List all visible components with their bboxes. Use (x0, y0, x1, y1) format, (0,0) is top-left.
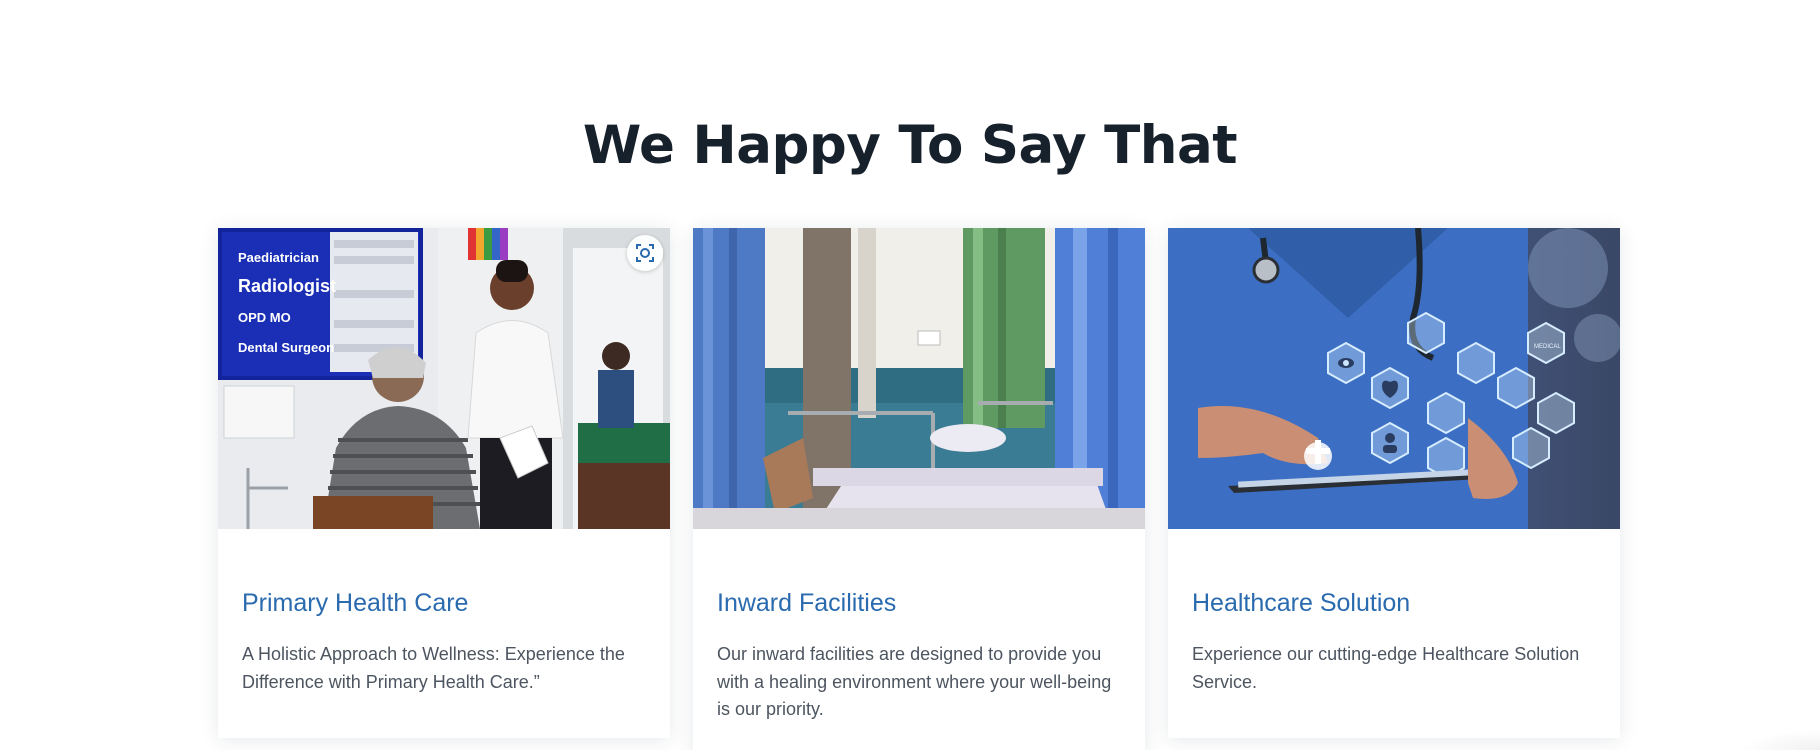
sign-radiologist: Radiologist (238, 276, 336, 296)
lens-glyph (636, 244, 654, 262)
card-description: Experience our cutting-edge Healthcare S… (1192, 644, 1580, 692)
card-image-clinic: Paediatrician Radiologist OPD MO Dental … (218, 228, 670, 529)
card-title[interactable]: Healthcare Solution (1192, 587, 1596, 619)
service-card-healthcare-solution[interactable]: MEDICAL Healthcare Solution Experience o… (1168, 228, 1620, 738)
sign-paediatrician: Paediatrician (238, 250, 319, 265)
sign-dental-surgeon: Dental Surgeon (238, 340, 334, 355)
lens-search-icon[interactable] (627, 235, 663, 271)
section-title: We Happy To Say That (582, 115, 1238, 176)
card-body: Primary Health Care A Holistic Approach … (218, 529, 670, 696)
card-body: Healthcare Solution Experience our cutti… (1168, 529, 1620, 696)
card-description: Our inward facilities are designed to pr… (717, 644, 1112, 719)
sign-opd-mo: OPD MO (238, 310, 291, 325)
card-title[interactable]: Inward Facilities (717, 587, 1121, 619)
card-image-ward (693, 228, 1145, 529)
digital-health-photo: MEDICAL (1168, 228, 1620, 529)
page: We Happy To Say That Paediatrician Radio… (0, 0, 1820, 750)
service-card-primary-health-care[interactable]: Paediatrician Radiologist OPD MO Dental … (218, 228, 670, 738)
hex-medical-label: MEDICAL (1534, 344, 1561, 350)
corner-shadow (1740, 730, 1820, 750)
clinic-photo: Paediatrician Radiologist OPD MO Dental … (218, 228, 670, 529)
card-image-digital-health: MEDICAL (1168, 228, 1620, 529)
card-description: A Holistic Approach to Wellness: Experie… (242, 644, 625, 692)
ward-photo (693, 228, 1145, 529)
card-title[interactable]: Primary Health Care (242, 587, 646, 619)
card-body: Inward Facilities Our inward facilities … (693, 529, 1145, 724)
service-card-inward-facilities[interactable]: Inward Facilities Our inward facilities … (693, 228, 1145, 750)
